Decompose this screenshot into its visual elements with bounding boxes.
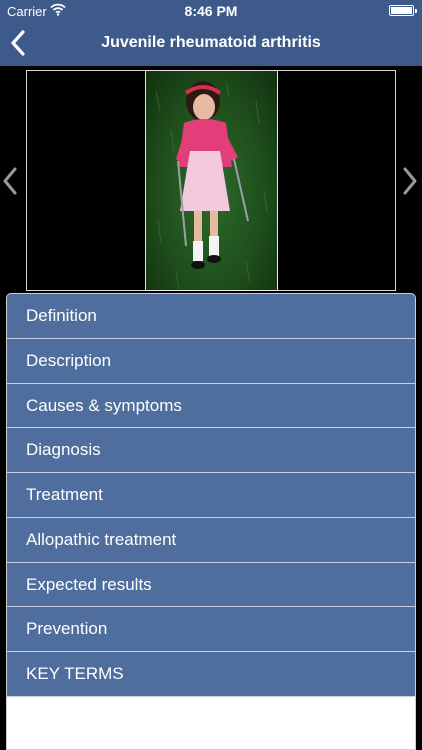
next-image-button[interactable] <box>400 166 420 196</box>
chevron-right-icon <box>403 167 417 195</box>
page-title: Juvenile rheumatoid arthritis <box>101 34 321 51</box>
section-menu: Definition Description Causes & symptoms… <box>6 293 416 750</box>
back-button[interactable] <box>8 28 38 60</box>
menu-item-diagnosis[interactable]: Diagnosis <box>7 428 415 473</box>
previous-image-button[interactable] <box>0 166 20 196</box>
header: Carrier 8:46 PM Juvenile rheumatoid arth… <box>0 0 422 66</box>
image-gallery <box>26 70 396 291</box>
patient-photo <box>145 70 278 291</box>
menu-item-key-terms[interactable]: KEY TERMS <box>7 652 415 697</box>
menu-item-allopathic-treatment[interactable]: Allopathic treatment <box>7 517 415 563</box>
menu-item-treatment[interactable]: Treatment <box>7 473 415 518</box>
status-bar: Carrier 8:46 PM <box>0 0 422 22</box>
menu-item-expected-results[interactable]: Expected results <box>7 562 415 608</box>
child-figure-image <box>155 80 268 290</box>
menu-item-definition[interactable]: Definition <box>7 294 415 339</box>
clock: 8:46 PM <box>184 3 238 19</box>
nav-bar: Juvenile rheumatoid arthritis <box>0 22 422 66</box>
menu-item-causes-symptoms[interactable]: Causes & symptoms <box>7 383 415 429</box>
chevron-left-icon <box>11 30 25 56</box>
menu-item-prevention[interactable]: Prevention <box>7 607 415 652</box>
chevron-left-icon <box>3 167 17 195</box>
battery-icon <box>389 5 417 16</box>
menu-item-description[interactable]: Description <box>7 338 415 384</box>
